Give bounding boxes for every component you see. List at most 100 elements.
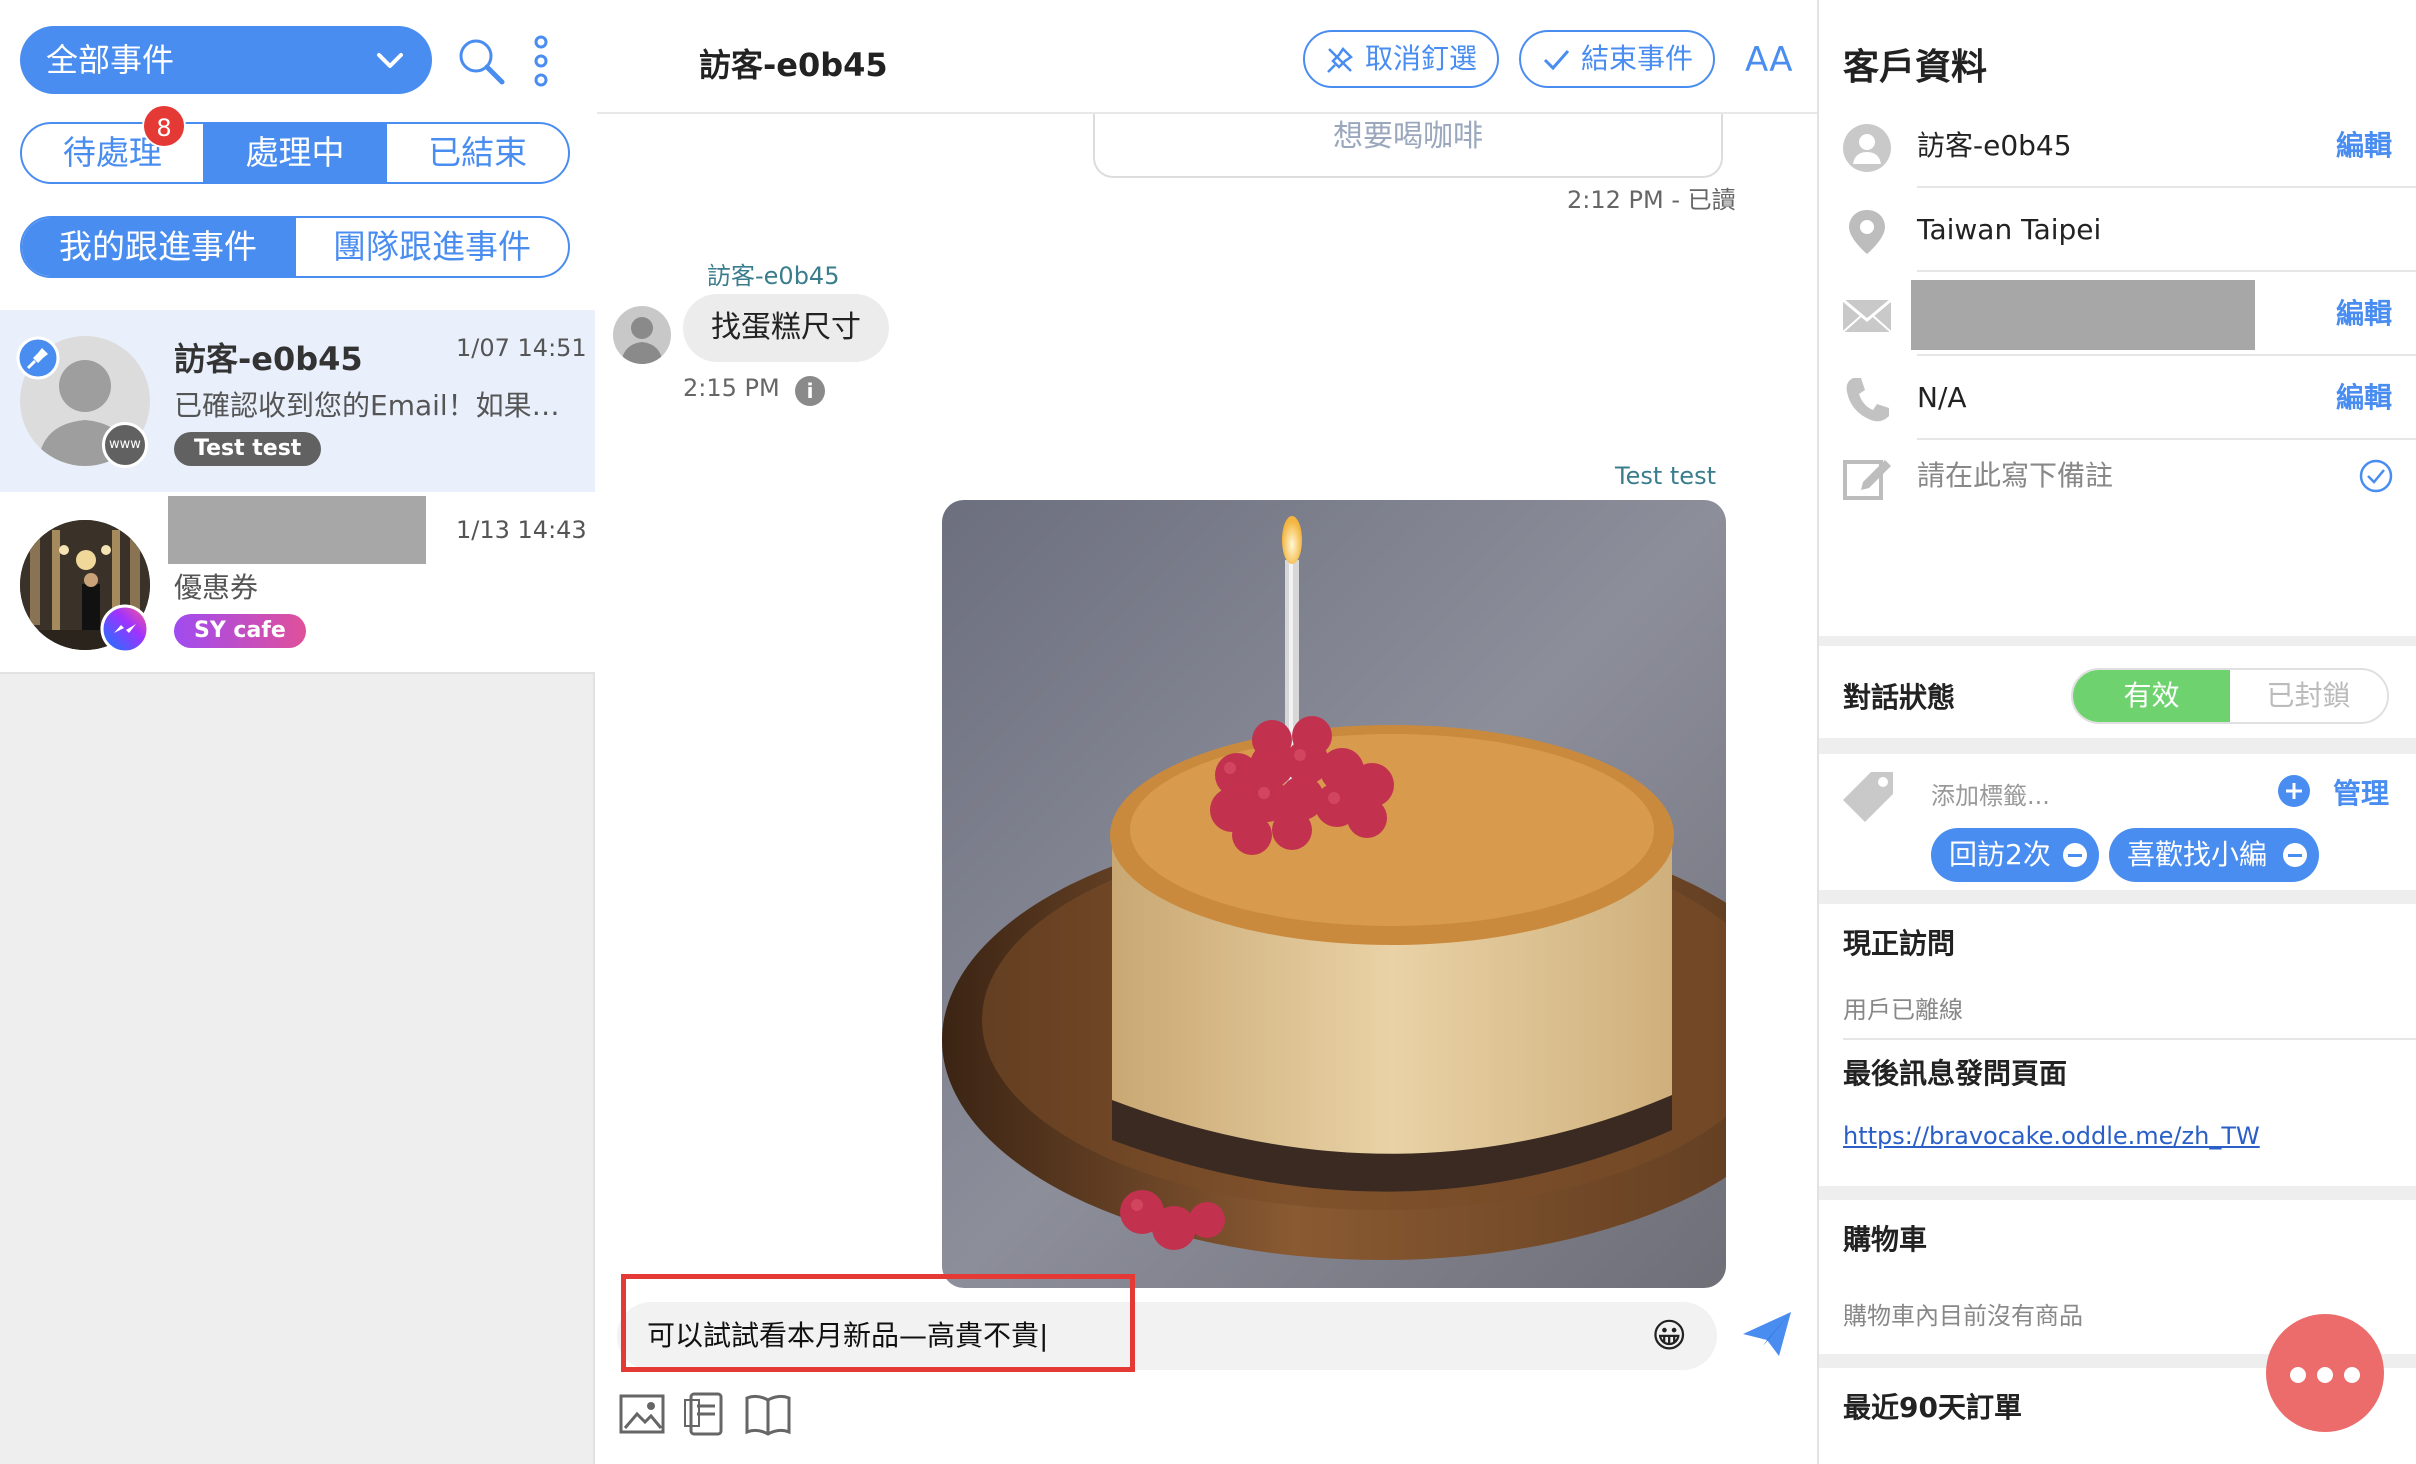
close-event-label: 結束事件 xyxy=(1581,42,1694,75)
profile-name-row: 訪客-e0b45 編輯 xyxy=(1819,104,2416,188)
unpin-label: 取消釘選 xyxy=(1365,42,1478,75)
save-note-check-icon[interactable] xyxy=(2358,458,2394,494)
edit-note-icon xyxy=(1843,460,1891,500)
profile-card: 客戶資料 訪客-e0b45 編輯 Taiwan Taipei 編輯 N/A 編輯… xyxy=(1819,0,2416,636)
tab-my-events[interactable]: 我的跟進事件 xyxy=(22,218,294,276)
profile-location-row: Taiwan Taipei xyxy=(1819,188,2416,272)
conversation-list-panel: 全部事件 待處理 處理中 已結束 8 我的跟進事件 團隊跟進事件 www 訪客-… xyxy=(0,0,595,1464)
conversation-preview: 優惠券 xyxy=(174,571,259,604)
tab-in-progress[interactable]: 處理中 xyxy=(202,124,386,182)
tab-closed[interactable]: 已結束 xyxy=(385,124,568,182)
tag-pill[interactable]: 喜歡找小編 xyxy=(2109,828,2319,882)
dot xyxy=(2317,1367,2333,1383)
conversation-status-label: 對話狀態 xyxy=(1843,681,1956,714)
profile-phone: N/A xyxy=(1917,381,1967,414)
location-pin-icon xyxy=(1849,210,1885,254)
previous-message-bubble: 想要喝咖啡 xyxy=(1093,114,1723,178)
tab-team-events[interactable]: 團隊跟進事件 xyxy=(294,218,568,276)
redacted-name xyxy=(168,496,426,564)
tags-card: 添加標籤... 管理 回訪2次 喜歡找小編 xyxy=(1819,754,2416,890)
phone-icon xyxy=(1846,378,1889,422)
follow-tabs: 我的跟進事件 團隊跟進事件 xyxy=(20,216,570,278)
cart-title: 購物車 xyxy=(1843,1223,1928,1256)
chat-title: 訪客-e0b45 xyxy=(699,46,888,84)
dot xyxy=(2290,1367,2306,1383)
knowledge-book-icon[interactable] xyxy=(743,1390,793,1438)
visit-info-card: 現正訪問 用戶已離線 最後訊息發問頁面 https://bravocake.od… xyxy=(1819,904,2416,1186)
status-tabs: 待處理 處理中 已結束 xyxy=(20,122,570,184)
conversation-preview: 已確認收到您的Email！如果… xyxy=(174,389,560,422)
conversation-name: 訪客-e0b45 xyxy=(174,340,363,378)
tag-label: 回訪2次 xyxy=(1949,838,2051,871)
last-page-title: 最後訊息發問頁面 xyxy=(1843,1057,2068,1090)
profile-name: 訪客-e0b45 xyxy=(1917,129,2072,162)
chat-panel: 訪客-e0b45 取消釘選 結束事件 AA 想要喝咖啡 2:12 PM - 已讀… xyxy=(597,0,1817,1464)
web-channel-icon: www xyxy=(102,422,148,468)
chevron-down-icon xyxy=(377,53,403,68)
visitor-message-time: 2:15 PM xyxy=(683,374,780,402)
dot xyxy=(2344,1367,2360,1383)
manage-tags-button[interactable]: 管理 xyxy=(2333,772,2389,812)
visitor-name-label: 訪客-e0b45 xyxy=(707,262,840,290)
remove-tag-icon[interactable] xyxy=(2283,843,2307,867)
tag-pill[interactable]: 回訪2次 xyxy=(1931,828,2099,882)
chat-header: 訪客-e0b45 取消釘選 結束事件 AA xyxy=(597,0,1817,114)
unpin-button[interactable]: 取消釘選 xyxy=(1303,30,1499,88)
customer-profile-panel: 客戶資料 訪客-e0b45 編輯 Taiwan Taipei 編輯 N/A 編輯… xyxy=(1817,0,2416,1464)
conversation-time: 1/07 14:51 xyxy=(456,334,587,362)
visitor-avatar xyxy=(613,306,671,364)
checkmark-icon xyxy=(1543,50,1570,71)
note-input[interactable]: 請在此寫下備註 xyxy=(1917,434,2113,518)
message-status: 2:12 PM - 已讀 xyxy=(1567,186,1736,214)
messenger-icon xyxy=(100,604,150,654)
info-icon[interactable]: i xyxy=(795,376,825,406)
status-blocked-option[interactable]: 已封鎖 xyxy=(2230,670,2387,722)
highlight-box xyxy=(621,1274,1135,1372)
last-page-link[interactable]: https://bravocake.oddle.me/zh_TW xyxy=(1843,1122,2260,1150)
profile-location: Taiwan Taipei xyxy=(1917,213,2102,246)
cart-empty-text: 購物車內目前沒有商品 xyxy=(1843,1302,2083,1330)
tag-icon xyxy=(1843,772,1893,822)
card-message-icon[interactable] xyxy=(681,1390,731,1438)
conversation-item[interactable]: 1/13 14:43 優惠券 SY cafe xyxy=(0,492,595,674)
profile-email-row: 編輯 xyxy=(1819,272,2416,356)
conversation-tag: SY cafe xyxy=(174,614,306,648)
unpin-icon xyxy=(1327,47,1353,73)
visit-status: 用戶已離線 xyxy=(1843,996,1963,1024)
edit-phone-button[interactable]: 編輯 xyxy=(2336,356,2392,440)
status-active-option[interactable]: 有效 xyxy=(2073,670,2230,722)
more-options-icon[interactable] xyxy=(530,34,552,88)
cake-image-message[interactable] xyxy=(942,500,1726,1288)
event-filter-dropdown[interactable]: 全部事件 xyxy=(20,26,432,94)
recent-orders-title: 最近90天訂單 xyxy=(1843,1391,2022,1424)
search-icon[interactable] xyxy=(456,36,506,86)
add-tag-input[interactable]: 添加標籤... xyxy=(1931,776,2050,811)
agent-name-label: Test test xyxy=(1615,462,1716,490)
email-icon xyxy=(1842,298,1892,333)
redacted-email xyxy=(1911,280,2255,350)
event-filter-label: 全部事件 xyxy=(46,41,175,79)
pending-count-badge: 8 xyxy=(142,104,186,148)
close-event-button[interactable]: 結束事件 xyxy=(1519,30,1715,88)
visitor-message-bubble: 找蛋糕尺寸 xyxy=(683,294,889,362)
edit-name-button[interactable]: 編輯 xyxy=(2336,104,2392,188)
image-upload-icon[interactable] xyxy=(617,1390,667,1438)
conversation-time: 1/13 14:43 xyxy=(456,516,587,544)
add-tag-icon[interactable] xyxy=(2277,774,2311,808)
pin-icon xyxy=(16,336,60,380)
conversation-tag: Test test xyxy=(174,432,322,466)
profile-note-row: 請在此寫下備註 xyxy=(1819,434,2416,518)
remove-tag-icon[interactable] xyxy=(2063,843,2087,867)
user-icon xyxy=(1843,124,1891,172)
profile-title: 客戶資料 xyxy=(1843,47,1988,88)
conversation-status-toggle: 有效 已封鎖 xyxy=(2071,668,2389,724)
conversation-item[interactable]: www 訪客-e0b45 1/07 14:51 已確認收到您的Email！如果…… xyxy=(0,310,595,492)
chat-bubble-fab[interactable] xyxy=(2266,1314,2384,1432)
current-visit-title: 現正訪問 xyxy=(1843,927,1956,960)
edit-email-button[interactable]: 編輯 xyxy=(2336,272,2392,356)
send-icon[interactable] xyxy=(1739,1306,1795,1362)
font-size-toggle[interactable]: AA xyxy=(1745,40,1792,80)
emoji-icon[interactable]: 😀 xyxy=(1652,1316,1687,1356)
profile-phone-row: N/A 編輯 xyxy=(1819,356,2416,440)
tag-label: 喜歡找小編 xyxy=(2127,838,2268,871)
